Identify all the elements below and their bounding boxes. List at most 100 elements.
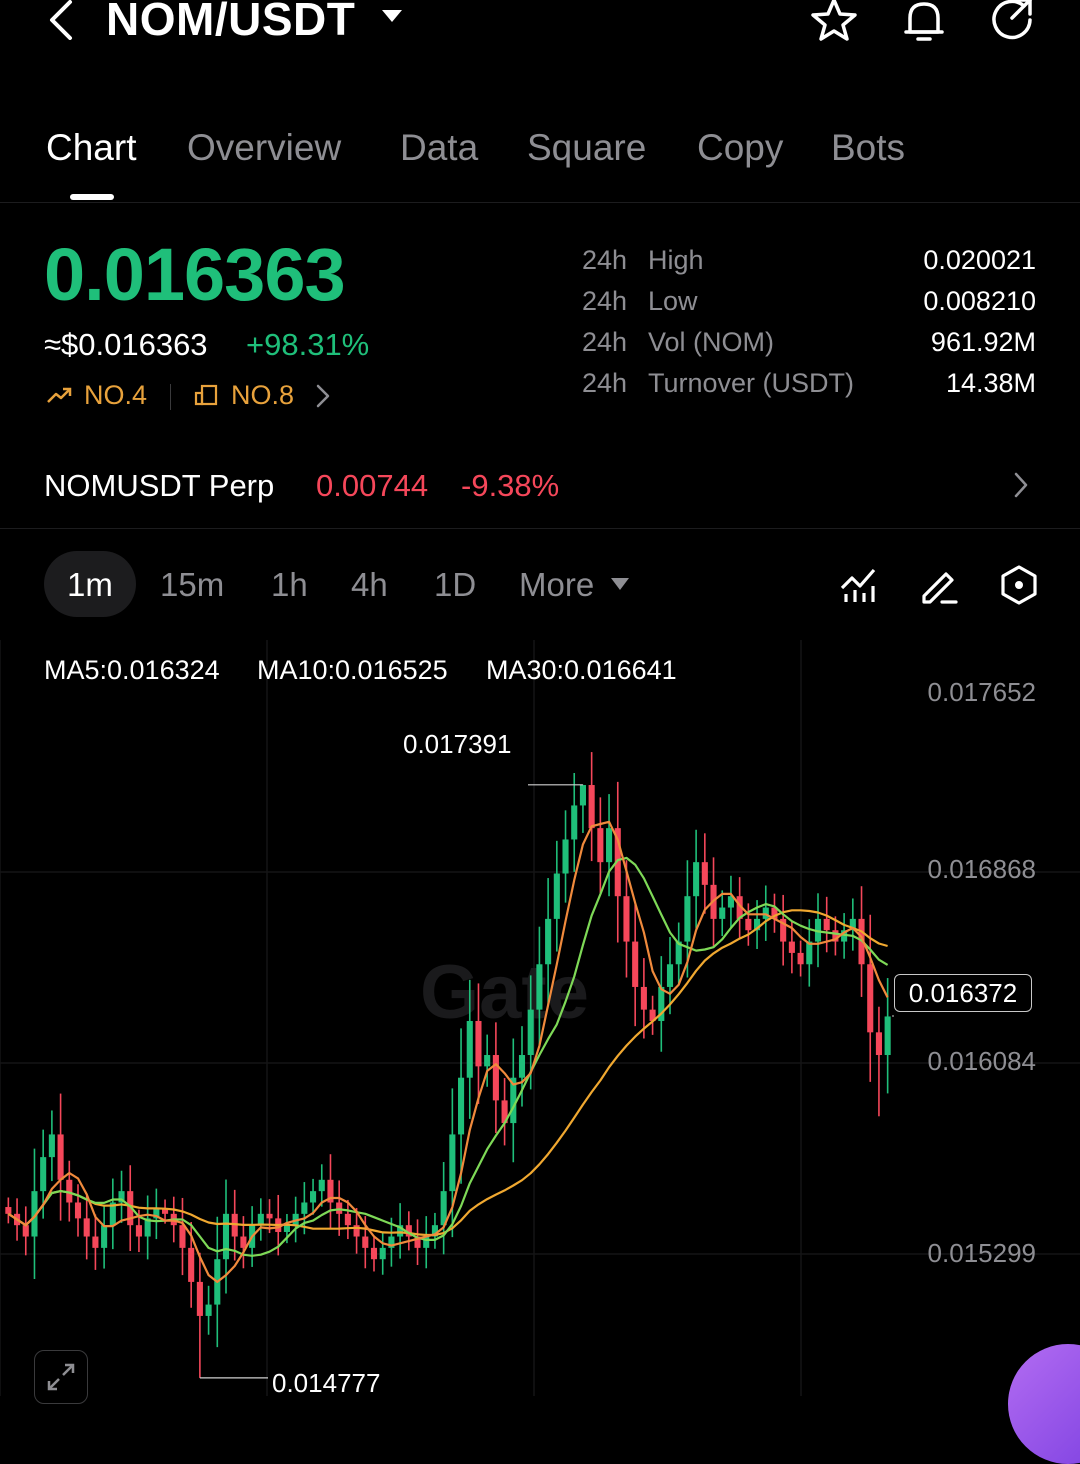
candle-body — [5, 1207, 12, 1214]
settings-hex-icon[interactable] — [998, 564, 1040, 606]
indicator-icon[interactable] — [838, 564, 880, 606]
candle-body — [205, 1304, 212, 1316]
candle-body — [492, 1055, 499, 1101]
candlestick-chart[interactable]: Gate — [0, 640, 1080, 1396]
tab-chart[interactable]: Chart — [46, 127, 136, 169]
candle-body — [101, 1225, 108, 1248]
candle-body — [518, 1055, 526, 1078]
ma10-label: MA10:0.016525 — [257, 655, 448, 685]
candle-body — [553, 873, 560, 919]
candle-body — [693, 862, 700, 897]
candle-body — [788, 941, 795, 953]
candle-body — [266, 1213, 273, 1219]
candle-body — [188, 1247, 195, 1282]
candle-body — [179, 1225, 186, 1248]
candle-body — [666, 964, 674, 987]
rank-divider — [170, 384, 171, 410]
interval-4h[interactable]: 4h — [351, 566, 388, 604]
ma30-label: MA30:0.016641 — [486, 655, 677, 685]
trending-icon[interactable] — [46, 384, 72, 406]
candle-body — [370, 1247, 378, 1260]
tab-bots[interactable]: Bots — [831, 127, 905, 169]
candle-body — [684, 896, 691, 942]
candle-body — [875, 1032, 882, 1056]
candle-body — [640, 986, 647, 1010]
perp-change: -9.38% — [461, 468, 560, 503]
perp-name[interactable]: NOMUSDT Perp — [44, 468, 274, 504]
candle-body — [579, 785, 586, 806]
tab-overview[interactable]: Overview — [187, 127, 341, 169]
interval-more[interactable]: More — [519, 566, 594, 604]
tab-data[interactable]: Data — [400, 127, 478, 169]
stat-high: 24h High 0.020021 — [582, 245, 1036, 275]
candle-body — [48, 1134, 55, 1158]
candle-body — [562, 839, 569, 874]
candle-body — [222, 1213, 230, 1260]
candle-body — [379, 1247, 386, 1260]
candle-body — [283, 1225, 290, 1232]
candle-body — [545, 918, 552, 965]
candle-body — [571, 805, 578, 840]
candle-body — [92, 1236, 99, 1248]
candle-body — [867, 964, 874, 1033]
tab-copy[interactable]: Copy — [697, 127, 783, 169]
candle-body — [310, 1191, 317, 1203]
perp-divider — [0, 528, 1080, 529]
usd-price: ≈$0.016363 — [44, 327, 208, 362]
candle-body — [588, 785, 595, 829]
ma10-line — [7, 856, 889, 1257]
candle-body — [527, 1009, 534, 1056]
candle-body — [40, 1157, 47, 1192]
interval-1m[interactable]: 1m — [67, 566, 113, 604]
sector-icon[interactable] — [194, 384, 220, 406]
active-tab-indicator — [70, 194, 114, 200]
y-tick: 0.015299 — [927, 1238, 1036, 1268]
candle-body — [57, 1134, 64, 1180]
candle-body — [135, 1225, 142, 1237]
chevron-right-icon[interactable] — [316, 384, 330, 408]
pair-title[interactable]: NOM/USDT — [106, 0, 355, 46]
watermark: Gate — [420, 950, 589, 1035]
stat-turnover: 24h Turnover (USDT) 14.38M — [582, 368, 1036, 398]
y-tick: 0.016868 — [927, 854, 1036, 884]
share-icon[interactable] — [988, 0, 1036, 42]
candle-body — [449, 1134, 456, 1192]
candle-body — [362, 1236, 369, 1248]
star-icon[interactable] — [810, 0, 858, 42]
current-price-label: 0.016372 — [894, 974, 1032, 1012]
candle-body — [745, 918, 752, 931]
interval-15m[interactable]: 15m — [160, 566, 224, 604]
ma5-line — [7, 820, 889, 1284]
stat-low: 24h Low 0.008210 — [582, 286, 1036, 316]
candle-body — [701, 862, 708, 885]
candle-body — [196, 1281, 203, 1316]
candle-body — [301, 1202, 308, 1214]
ma5-label: MA5:0.016324 — [44, 655, 220, 685]
low-price-label: 0.014777 — [272, 1368, 381, 1398]
candle-body — [884, 1016, 891, 1056]
candle-body — [458, 1077, 465, 1135]
chevron-right-icon[interactable] — [1010, 470, 1032, 500]
back-icon[interactable] — [44, 0, 80, 40]
rank-trending[interactable]: NO.4 — [84, 380, 147, 411]
bell-icon[interactable] — [900, 0, 948, 42]
candle-body — [475, 1020, 482, 1067]
candle-body — [823, 918, 830, 931]
draw-icon[interactable] — [918, 564, 960, 606]
last-price: 0.016363 — [44, 233, 346, 316]
rank-sector[interactable]: NO.8 — [231, 380, 294, 411]
change-percent: +98.31% — [246, 327, 370, 362]
interval-1d[interactable]: 1D — [434, 566, 476, 604]
interval-1h[interactable]: 1h — [271, 566, 308, 604]
candle-body — [240, 1236, 247, 1248]
stat-volume: 24h Vol (NOM) 961.92M — [582, 327, 1036, 357]
caret-down-icon[interactable] — [380, 4, 404, 28]
y-tick: 0.016084 — [927, 1046, 1036, 1076]
candle-body — [797, 952, 804, 965]
candle-body — [466, 1020, 473, 1078]
candle-body — [484, 1055, 491, 1067]
tab-square[interactable]: Square — [527, 127, 646, 169]
candle-body — [597, 828, 604, 863]
caret-down-icon[interactable] — [610, 576, 630, 592]
candle-body — [318, 1179, 325, 1192]
